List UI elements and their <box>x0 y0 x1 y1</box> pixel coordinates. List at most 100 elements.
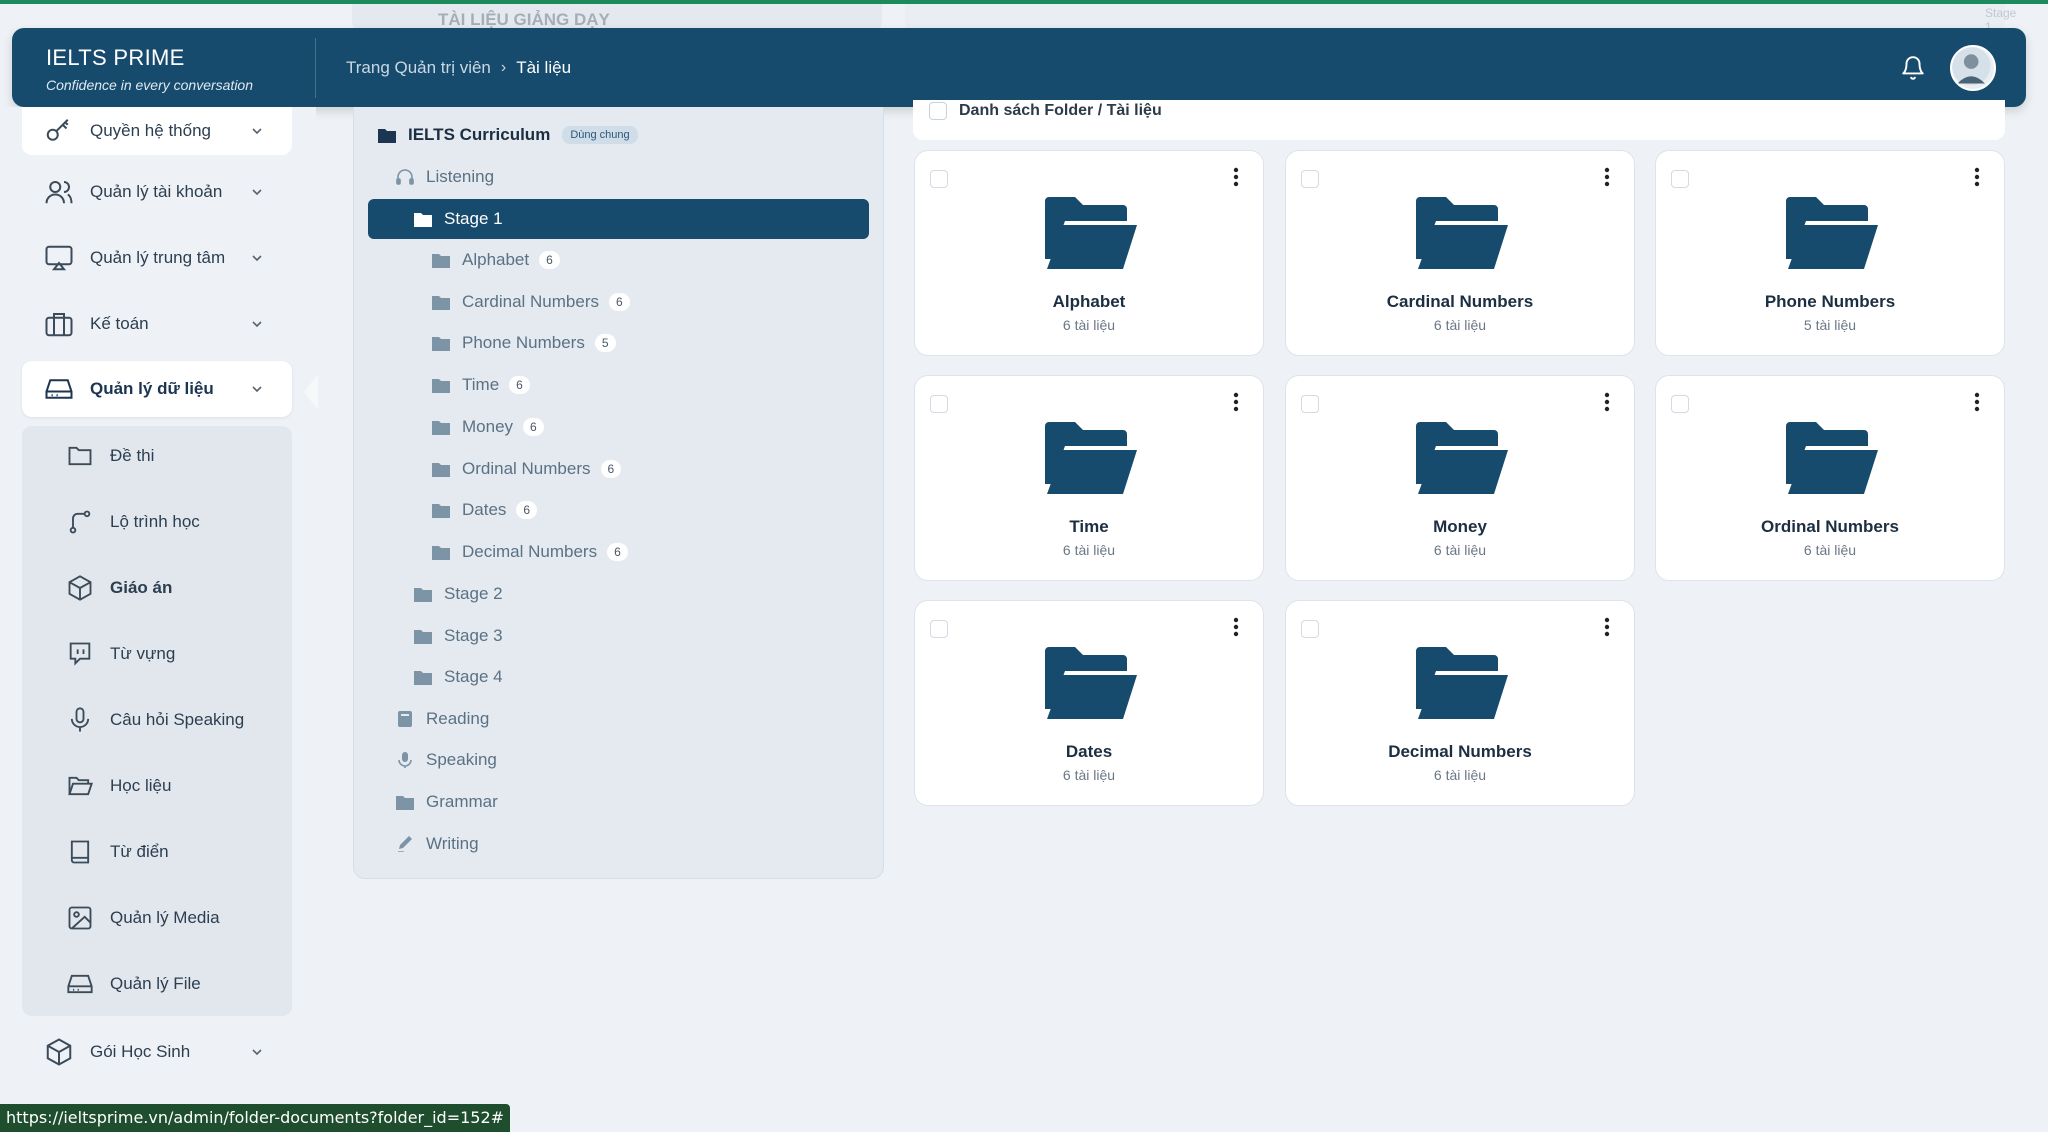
breadcrumb: Trang Quản trị viên › Tài liệu <box>346 58 571 78</box>
more-vertical-icon[interactable] <box>1974 392 1980 412</box>
submenu-item-lesson-plans[interactable]: Giáo án <box>22 558 292 618</box>
sidebar-item-accounting[interactable]: Kế toán <box>22 296 292 352</box>
breadcrumb-current: Tài liệu <box>516 58 572 77</box>
count-badge: 5 <box>594 334 616 352</box>
submenu-item-vocabulary[interactable]: Từ vựng <box>22 624 292 684</box>
more-vertical-icon[interactable] <box>1233 167 1239 187</box>
folder-icon <box>414 630 432 644</box>
folder-icon <box>396 796 414 810</box>
folder-card[interactable]: Decimal Numbers 6 tài liệu <box>1285 600 1635 806</box>
route-icon <box>69 510 91 534</box>
tree-item-stage-3[interactable]: Stage 3 <box>414 616 503 656</box>
tree-child[interactable]: Decimal Numbers 6 <box>432 532 628 572</box>
submenu-item-label: Từ vựng <box>110 644 176 663</box>
tree-child-label: Dates <box>462 500 507 519</box>
card-count: 6 tài liệu <box>1803 542 1857 558</box>
tree-item-label: Reading <box>426 709 490 728</box>
more-vertical-icon[interactable] <box>1974 167 1980 187</box>
tree-child-label: Time <box>462 375 500 394</box>
folder-card[interactable]: Dates 6 tài liệu <box>914 600 1264 806</box>
tree-item-reading[interactable]: Reading <box>396 699 489 739</box>
breadcrumb-admin[interactable]: Trang Quản trị viên <box>346 58 491 78</box>
chevron-down-icon <box>252 255 262 262</box>
tree-item-writing[interactable]: Writing <box>396 824 479 864</box>
brand[interactable]: IELTS PRIME Confidence in every conversa… <box>46 45 253 93</box>
submenu-item-media[interactable]: Quản lý Media <box>22 888 292 948</box>
card-checkbox[interactable] <box>1671 170 1689 188</box>
avatar[interactable] <box>1950 45 1996 91</box>
more-vertical-icon[interactable] <box>1604 617 1610 637</box>
more-vertical-icon[interactable] <box>1604 392 1610 412</box>
tree-child[interactable]: Time 6 <box>432 365 530 405</box>
users-icon <box>45 181 73 204</box>
submenu-item-materials[interactable]: Học liệu <box>22 756 292 816</box>
card-checkbox[interactable] <box>1301 395 1319 413</box>
briefcase-icon <box>45 313 73 337</box>
tree-item-stage-4[interactable]: Stage 4 <box>414 657 503 697</box>
submenu-item-label: Giáo án <box>110 578 173 597</box>
tree-child[interactable]: Money 6 <box>432 407 544 447</box>
card-checkbox[interactable] <box>930 395 948 413</box>
tree-child[interactable]: Ordinal Numbers 6 <box>432 449 622 489</box>
chevron-down-icon <box>252 189 262 196</box>
folder-card[interactable]: Ordinal Numbers 6 tài liệu <box>1655 375 2005 581</box>
folder-card[interactable]: Alphabet 6 tài liệu <box>914 150 1264 356</box>
submenu-item-files[interactable]: Quản lý File <box>22 954 292 1014</box>
tree-child[interactable]: Alphabet 6 <box>432 240 560 280</box>
tree-child-label: Alphabet <box>462 250 530 269</box>
tree-child-label: Cardinal Numbers <box>462 292 599 311</box>
folder-card[interactable]: Cardinal Numbers 6 tài liệu <box>1285 150 1635 356</box>
status-url: https://ieltsprime.vn/admin/folder-docum… <box>0 1104 511 1132</box>
submenu-item-speaking[interactable]: Câu hỏi Speaking <box>22 690 292 750</box>
card-name: Money <box>1433 517 1487 536</box>
list-title: Danh sách Folder / Tài liệu <box>959 102 1162 119</box>
folder-open-icon <box>1416 647 1508 719</box>
card-count: 6 tài liệu <box>1433 317 1487 333</box>
card-name: Phone Numbers <box>1764 292 1896 311</box>
tree-item-grammar[interactable]: Grammar <box>396 782 498 822</box>
tree-child[interactable]: Dates 6 <box>432 490 538 530</box>
more-vertical-icon[interactable] <box>1604 167 1610 187</box>
monitor-icon <box>45 245 73 271</box>
submenu-item-dictionary[interactable]: Từ điển <box>22 822 292 882</box>
tree-root[interactable]: IELTS Curriculum Dùng chung <box>378 115 638 155</box>
ghost-title: TÀI LIỆU GIẢNG DẠY <box>438 10 610 29</box>
data-submenu: Đề thi Lộ trình học Giáo án Từ vựng Câu … <box>22 426 292 1016</box>
sidebar-item-data[interactable]: Quản lý dữ liệu <box>22 361 292 417</box>
card-checkbox[interactable] <box>1301 170 1319 188</box>
more-vertical-icon[interactable] <box>1233 617 1239 637</box>
card-checkbox[interactable] <box>1301 620 1319 638</box>
tree-item-listening[interactable]: Listening <box>396 157 494 197</box>
card-checkbox[interactable] <box>1671 395 1689 413</box>
sidebar-item-permissions[interactable]: Quyền hệ thống <box>22 107 292 155</box>
sidebar-item-centers[interactable]: Quản lý trung tâm <box>22 230 292 286</box>
package-icon <box>46 1038 72 1066</box>
more-vertical-icon[interactable] <box>1233 392 1239 412</box>
tree-item-label: Writing <box>426 834 479 853</box>
sidebar-item-accounts[interactable]: Quản lý tài khoản <box>22 164 292 220</box>
tree-item-speaking[interactable]: Speaking <box>396 740 497 780</box>
submenu-item-exams[interactable]: Đề thi <box>22 426 292 486</box>
count-badge: 6 <box>607 543 628 561</box>
image-icon <box>68 906 92 930</box>
chevron-down-icon <box>252 128 262 135</box>
tree-item-stage-2[interactable]: Stage 2 <box>414 574 503 614</box>
submenu-item-roadmap[interactable]: Lộ trình học <box>22 492 292 552</box>
folder-card[interactable]: Money 6 tài liệu <box>1285 375 1635 581</box>
chat-icon <box>69 642 91 666</box>
tree-child[interactable]: Phone Numbers 5 <box>432 323 616 363</box>
folder-icon <box>414 671 432 685</box>
card-name: Time <box>1069 517 1109 536</box>
folder-icon <box>414 213 432 227</box>
bell-icon[interactable] <box>1900 55 1926 81</box>
folder-card[interactable]: Time 6 tài liệu <box>914 375 1264 581</box>
tree-item-stage-1[interactable]: Stage 1 <box>368 199 869 239</box>
card-count: 6 tài liệu <box>1062 317 1116 333</box>
folder-card[interactable]: Phone Numbers 5 tài liệu <box>1655 150 2005 356</box>
tree-child[interactable]: Cardinal Numbers 6 <box>432 282 630 322</box>
select-all-checkbox[interactable] <box>929 102 947 120</box>
sidebar-item-student-packages[interactable]: Gói Học Sinh <box>22 1024 292 1080</box>
card-checkbox[interactable] <box>930 620 948 638</box>
folder-icon <box>432 337 450 351</box>
card-checkbox[interactable] <box>930 170 948 188</box>
